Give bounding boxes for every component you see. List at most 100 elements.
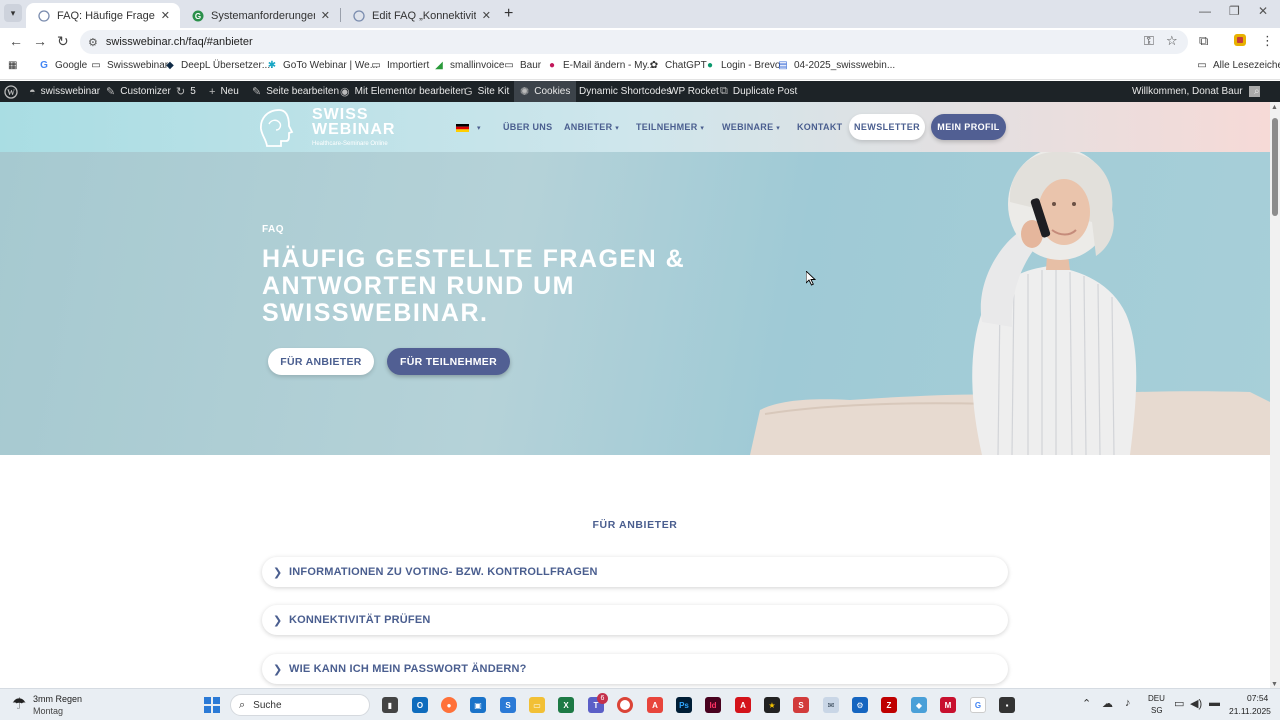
outlook-icon[interactable]: O	[412, 697, 428, 713]
acrobat-icon[interactable]: A	[735, 697, 751, 713]
volume-icon[interactable]: ◀)	[1190, 697, 1202, 710]
wp-updates[interactable]: ↻ 5	[176, 81, 196, 102]
menu-icon[interactable]: ⋮	[1261, 33, 1274, 49]
google-app-icon[interactable]: G	[970, 697, 986, 713]
nav-teilnehmer[interactable]: TEILNEHMER ▾	[636, 122, 704, 132]
bookmark-importiert[interactable]: ▭ Importiert	[370, 60, 429, 71]
bookmark-brevo[interactable]: ● Login - Brevo	[704, 60, 781, 71]
bookmark-goto[interactable]: ✱ GoTo Webinar | We...	[266, 60, 378, 71]
profile-button[interactable]: MEIN PROFIL	[931, 114, 1006, 140]
faq-item-connectivity[interactable]: ❯ KONNEKTIVITÄT PRÜFEN	[262, 605, 1008, 635]
photoshop-icon[interactable]: Ps	[676, 697, 692, 713]
wp-account[interactable]: Willkommen, Donat Baur	[1132, 81, 1260, 102]
acrobat-reader-icon[interactable]: A	[647, 697, 663, 713]
nav-webinare[interactable]: WEBINARE ▾	[722, 122, 780, 132]
chevron-down-icon[interactable]: ▾	[477, 124, 481, 132]
s-red-app-icon[interactable]: S	[793, 697, 809, 713]
wp-site-kit[interactable]: G Site Kit	[464, 81, 509, 102]
network-icon[interactable]: ▭	[1174, 697, 1184, 710]
url-field[interactable]: ⚙ swisswebinar.ch/faq/#anbieter	[80, 30, 1188, 54]
profile-extension-icon[interactable]	[1233, 33, 1247, 50]
keyboard-language[interactable]: DEU	[1148, 694, 1165, 703]
back-icon[interactable]: ←	[9, 33, 23, 49]
bookmark-deepl[interactable]: ◆ DeepL Übersetzer:...	[164, 60, 273, 71]
tab-edit-faq[interactable]: Edit FAQ „Konnektivität prüfen“ ✕	[341, 3, 501, 28]
wp-site-link[interactable]: ◓ swisswebinar	[29, 81, 100, 102]
nav-ueber-uns[interactable]: ÜBER UNS	[503, 122, 552, 132]
search-icon[interactable]: ⌕	[1254, 81, 1260, 102]
nav-kontakt[interactable]: KONTAKT	[797, 122, 842, 132]
bookmark-baur[interactable]: ▭ Baur	[503, 60, 541, 71]
bookmark-chatgpt[interactable]: ✿ ChatGPT	[648, 60, 707, 71]
for-providers-button[interactable]: FÜR ANBIETER	[268, 348, 374, 375]
clock-time[interactable]: 07:54	[1247, 693, 1268, 703]
scroll-up-icon[interactable]: ▲	[1271, 104, 1278, 111]
newsletter-button[interactable]: NEWSLETTER	[849, 114, 925, 140]
german-flag-icon[interactable]	[456, 124, 469, 132]
nav-anbieter[interactable]: ANBIETER ▾	[564, 122, 619, 132]
diamond-app-icon[interactable]: ◆	[911, 697, 927, 713]
weather-rain-icon[interactable]: ☂	[12, 694, 26, 714]
faq-item-voting[interactable]: ❯ INFORMATIONEN ZU VOTING- BZW. KONTROLL…	[262, 557, 1008, 587]
forward-icon[interactable]: →	[33, 33, 47, 49]
mcafee-icon[interactable]: M	[940, 697, 956, 713]
outlook-new-icon[interactable]: ▣	[470, 697, 486, 713]
s-app-icon[interactable]: S	[500, 697, 516, 713]
address-bar: ← → ↻ ⚙ swisswebinar.ch/faq/#anbieter ⚿ …	[0, 28, 1280, 56]
mail-app-icon[interactable]: ✉	[823, 697, 839, 713]
terminal-app-icon[interactable]: ▪	[999, 697, 1015, 713]
filezilla-icon[interactable]: Z	[881, 697, 897, 713]
wp-duplicate-post[interactable]: ⧉ Duplicate Post	[720, 81, 797, 102]
reload-icon[interactable]: ↻	[57, 33, 69, 50]
close-icon[interactable]: ✕	[321, 9, 330, 22]
microphone-icon[interactable]: ♪	[1125, 697, 1131, 709]
wordpress-icon[interactable]: W	[4, 81, 18, 102]
window-close-icon[interactable]: ✕	[1258, 4, 1268, 18]
bookmark-smallinvoice[interactable]: ◢ smallinvoice	[433, 60, 504, 71]
wp-elementor[interactable]: ◉ Mit Elementor bearbeiten	[340, 81, 466, 102]
logo-head-icon[interactable]	[257, 106, 299, 150]
excel-icon[interactable]: X	[558, 697, 574, 713]
star-app-icon[interactable]: ★	[764, 697, 780, 713]
bookmark-email[interactable]: ● E-Mail ändern - My...	[546, 60, 655, 71]
new-tab-icon[interactable]: +	[504, 5, 513, 23]
wp-cookies[interactable]: ✺ Cookies	[514, 81, 577, 102]
key-icon[interactable]: ⚿	[1144, 33, 1154, 49]
tab-faq[interactable]: FAQ: Häufige Fragen & Antworten ✕	[26, 3, 180, 28]
bookmark-all[interactable]: ▭Alle Lesezeichen	[1196, 60, 1280, 71]
close-icon[interactable]: ✕	[161, 9, 170, 22]
site-info-icon[interactable]: ⚙	[88, 36, 98, 49]
wp-new[interactable]: + Neu	[209, 81, 239, 102]
tab-systemanforderungen[interactable]: G Systemanforderungen - GoTo Webinar ✕	[180, 3, 340, 28]
scroll-down-icon[interactable]: ▼	[1271, 681, 1278, 688]
bookmark-google[interactable]: G Google	[38, 60, 87, 71]
indesign-icon[interactable]: Id	[705, 697, 721, 713]
chrome-icon[interactable]	[617, 697, 633, 713]
taskbar-search[interactable]: ⌕ Suche	[230, 694, 370, 716]
faq-item-password[interactable]: ❯ WIE KANN ICH MEIN PASSWORT ÄNDERN?	[262, 654, 1008, 684]
extensions-icon[interactable]: ⧉	[1199, 33, 1208, 49]
windows-start-icon[interactable]	[204, 697, 220, 713]
tab-search-icon[interactable]: ▾	[4, 4, 22, 22]
settings-app-icon[interactable]: ⚙	[852, 697, 868, 713]
for-participants-button[interactable]: FÜR TEILNEHMER	[387, 348, 510, 375]
minimize-icon[interactable]: —	[1199, 4, 1211, 18]
task-view-icon[interactable]: ▮	[382, 697, 398, 713]
page-scrollbar[interactable]: ▲ ▼	[1270, 102, 1280, 688]
wp-dynamic-shortcodes[interactable]: Dynamic Shortcodes	[579, 81, 671, 102]
apps-icon[interactable]: ▦	[8, 60, 17, 71]
bookmark-doc[interactable]: ▤ 04-2025_swisswebin...	[777, 60, 895, 71]
star-icon[interactable]: ☆	[1166, 33, 1178, 49]
wp-customizer[interactable]: ✎ Customizer	[106, 81, 171, 102]
close-icon[interactable]: ✕	[482, 9, 491, 22]
scrollbar-thumb[interactable]	[1272, 118, 1278, 216]
cloud-icon[interactable]: ☁	[1102, 697, 1113, 710]
battery-icon[interactable]: ▬	[1209, 697, 1220, 709]
firefox-icon[interactable]: ●	[441, 697, 457, 713]
wp-rocket[interactable]: WP Rocket	[669, 81, 719, 102]
tray-chevron-up-icon[interactable]: ⌃	[1082, 697, 1091, 710]
restore-icon[interactable]: ❐	[1229, 4, 1240, 18]
file-explorer-icon[interactable]: ▭	[529, 697, 545, 713]
wp-edit-page[interactable]: ✎ Seite bearbeiten	[252, 81, 339, 102]
bookmark-swisswebinar[interactable]: ▭ Swisswebinar	[90, 60, 168, 71]
